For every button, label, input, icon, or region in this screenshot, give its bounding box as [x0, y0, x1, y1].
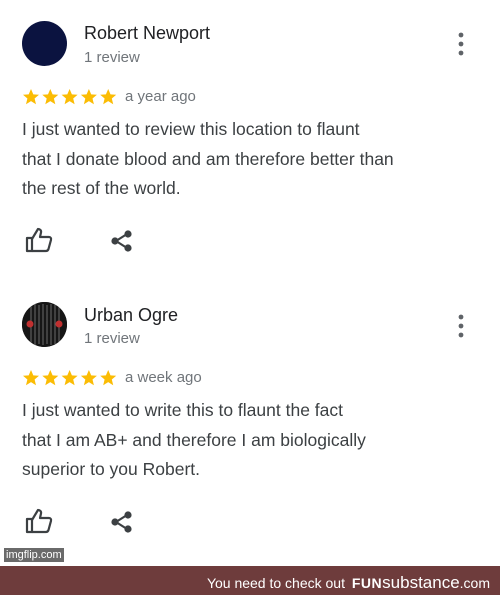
- review-text-line: the rest of the world.: [22, 178, 181, 198]
- like-button[interactable]: [25, 508, 53, 534]
- thumbs-up-icon: [25, 227, 53, 253]
- share-icon: [111, 511, 132, 533]
- review-text-line: superior to you Robert.: [22, 459, 201, 479]
- footer-brand: FUN: [351, 575, 383, 591]
- avatar[interactable]: [22, 21, 67, 66]
- review-text-line: that I donate blood and am therefore bet…: [22, 148, 394, 169]
- share-button[interactable]: [110, 229, 134, 253]
- star-icon: [42, 370, 59, 386]
- footer-text[interactable]: You need to check out FUNsubstance.com: [207, 573, 490, 593]
- star-rating: [23, 370, 117, 386]
- star-icon: [100, 370, 117, 386]
- footer-banner: You need to check out FUNsubstance.com: [0, 566, 500, 595]
- avatar[interactable]: [22, 302, 67, 347]
- star-icon: [23, 89, 39, 105]
- star-icon: [23, 370, 39, 386]
- review-text-line: I just wanted to review this location to…: [22, 119, 360, 139]
- star-icon: [61, 89, 78, 105]
- star-rating: [23, 89, 117, 105]
- author-name[interactable]: Robert Newport: [84, 23, 210, 44]
- review-time: a year ago: [125, 88, 196, 105]
- review-count: 1 review: [84, 49, 140, 66]
- watermark: imgflip.com: [4, 548, 64, 562]
- star-icon: [61, 370, 78, 386]
- review-time: a week ago: [125, 369, 202, 386]
- review-count: 1 review: [84, 330, 140, 347]
- more-vert-icon[interactable]: [452, 313, 470, 339]
- review-text-line: I just wanted to write this to flaunt th…: [22, 400, 343, 420]
- more-vert-icon[interactable]: [452, 31, 470, 57]
- footer-prefix: You need to check out: [206, 575, 345, 591]
- star-icon: [100, 89, 117, 105]
- star-icon: [42, 89, 59, 105]
- author-name[interactable]: Urban Ogre: [84, 305, 178, 326]
- thumbs-up-icon: [25, 508, 53, 534]
- review-text: I just wanted to review this location to…: [22, 115, 462, 204]
- like-button[interactable]: [25, 227, 53, 253]
- footer-brand-domain: .com: [459, 575, 490, 591]
- star-icon: [80, 370, 97, 386]
- share-icon: [111, 230, 132, 252]
- review-text: I just wanted to write this to flaunt th…: [22, 396, 462, 485]
- footer-brand-suffix: substance: [382, 573, 460, 592]
- star-icon: [80, 89, 97, 105]
- share-button[interactable]: [110, 510, 134, 534]
- review-text-line: that I am AB+ and therefore I am biologi…: [22, 429, 366, 450]
